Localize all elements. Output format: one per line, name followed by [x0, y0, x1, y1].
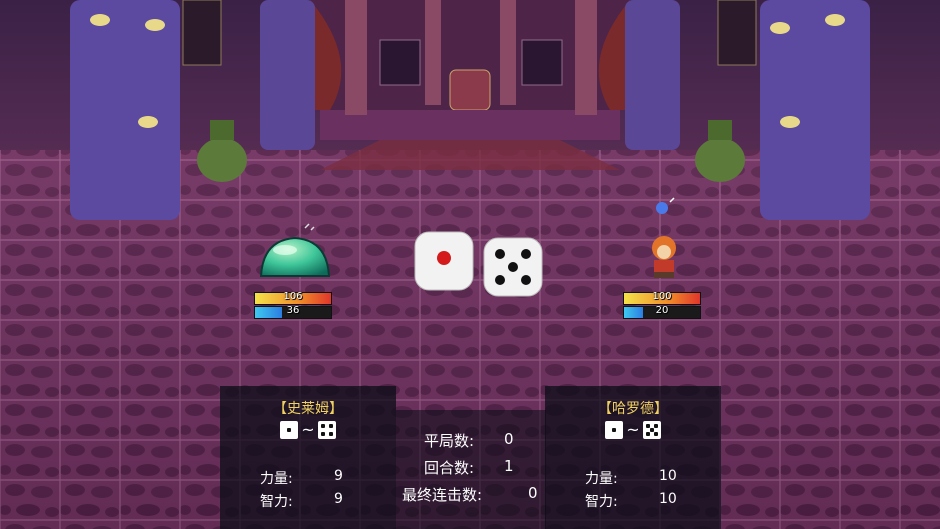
- player-mp-value: 36: [286, 305, 300, 316]
- enemy-hp-bar: 100: [623, 291, 701, 305]
- slime-sprite: [259, 223, 331, 277]
- enemy-intelligence-value: 10: [659, 491, 677, 507]
- enemy-strength-value: 10: [659, 468, 677, 484]
- final-combo-label: 最终连击数:: [402, 486, 483, 504]
- player-status-bars: 106 36: [254, 291, 332, 319]
- dice-one-icon: [605, 421, 624, 439]
- player-intelligence-value: 9: [334, 491, 343, 507]
- enemy-strength-label: 力量:: [585, 471, 618, 487]
- final-combo-value: 0: [528, 484, 538, 502]
- enemy-mp-value: 20: [655, 305, 669, 316]
- player-name: 【史莱姆】: [273, 401, 343, 417]
- player-strength-label: 力量:: [260, 471, 293, 487]
- enemy-hp-value: 100: [652, 291, 672, 302]
- enemy-name: 【哈罗德】: [598, 401, 668, 417]
- dice-four-icon: [317, 421, 336, 439]
- player-mp-bar: 36: [254, 305, 332, 319]
- match-info-panel: 平局数: 0 回合数: 1 最终连击数: 0: [396, 410, 546, 529]
- player-strength-value: 9: [334, 468, 343, 484]
- enemy-mp-bar: 20: [623, 305, 701, 319]
- harold-sprite: [652, 197, 676, 278]
- player-intelligence-label: 智力:: [260, 494, 293, 510]
- round-count-value: 1: [504, 457, 514, 475]
- enemy-info-panel: 【哈罗德】 ~ 力量: 10 智力: 10: [545, 386, 721, 529]
- range-separator: ~: [626, 420, 640, 439]
- range-separator: ~: [301, 420, 315, 439]
- enemy-dice-range: ~: [545, 421, 721, 439]
- round-count-label: 回合数:: [424, 459, 475, 477]
- dice-five-icon: [642, 421, 661, 439]
- player-dice-range: ~: [220, 421, 396, 439]
- battle-scene: 106 36 100 20 【史莱姆】 ~ 力量: 9 智力: 9 平局数: 0…: [0, 0, 940, 529]
- player-hp-bar: 106: [254, 291, 332, 305]
- enemy-intelligence-label: 智力:: [585, 494, 618, 510]
- draw-count-label: 平局数:: [424, 432, 475, 450]
- die-right: [483, 237, 543, 297]
- player-info-panel: 【史莱姆】 ~ 力量: 9 智力: 9: [220, 386, 396, 529]
- draw-count-value: 0: [504, 430, 514, 448]
- player-hp-value: 106: [283, 291, 303, 302]
- dice-one-icon: [280, 421, 299, 439]
- die-left: [414, 231, 474, 291]
- enemy-status-bars: 100 20: [623, 291, 701, 319]
